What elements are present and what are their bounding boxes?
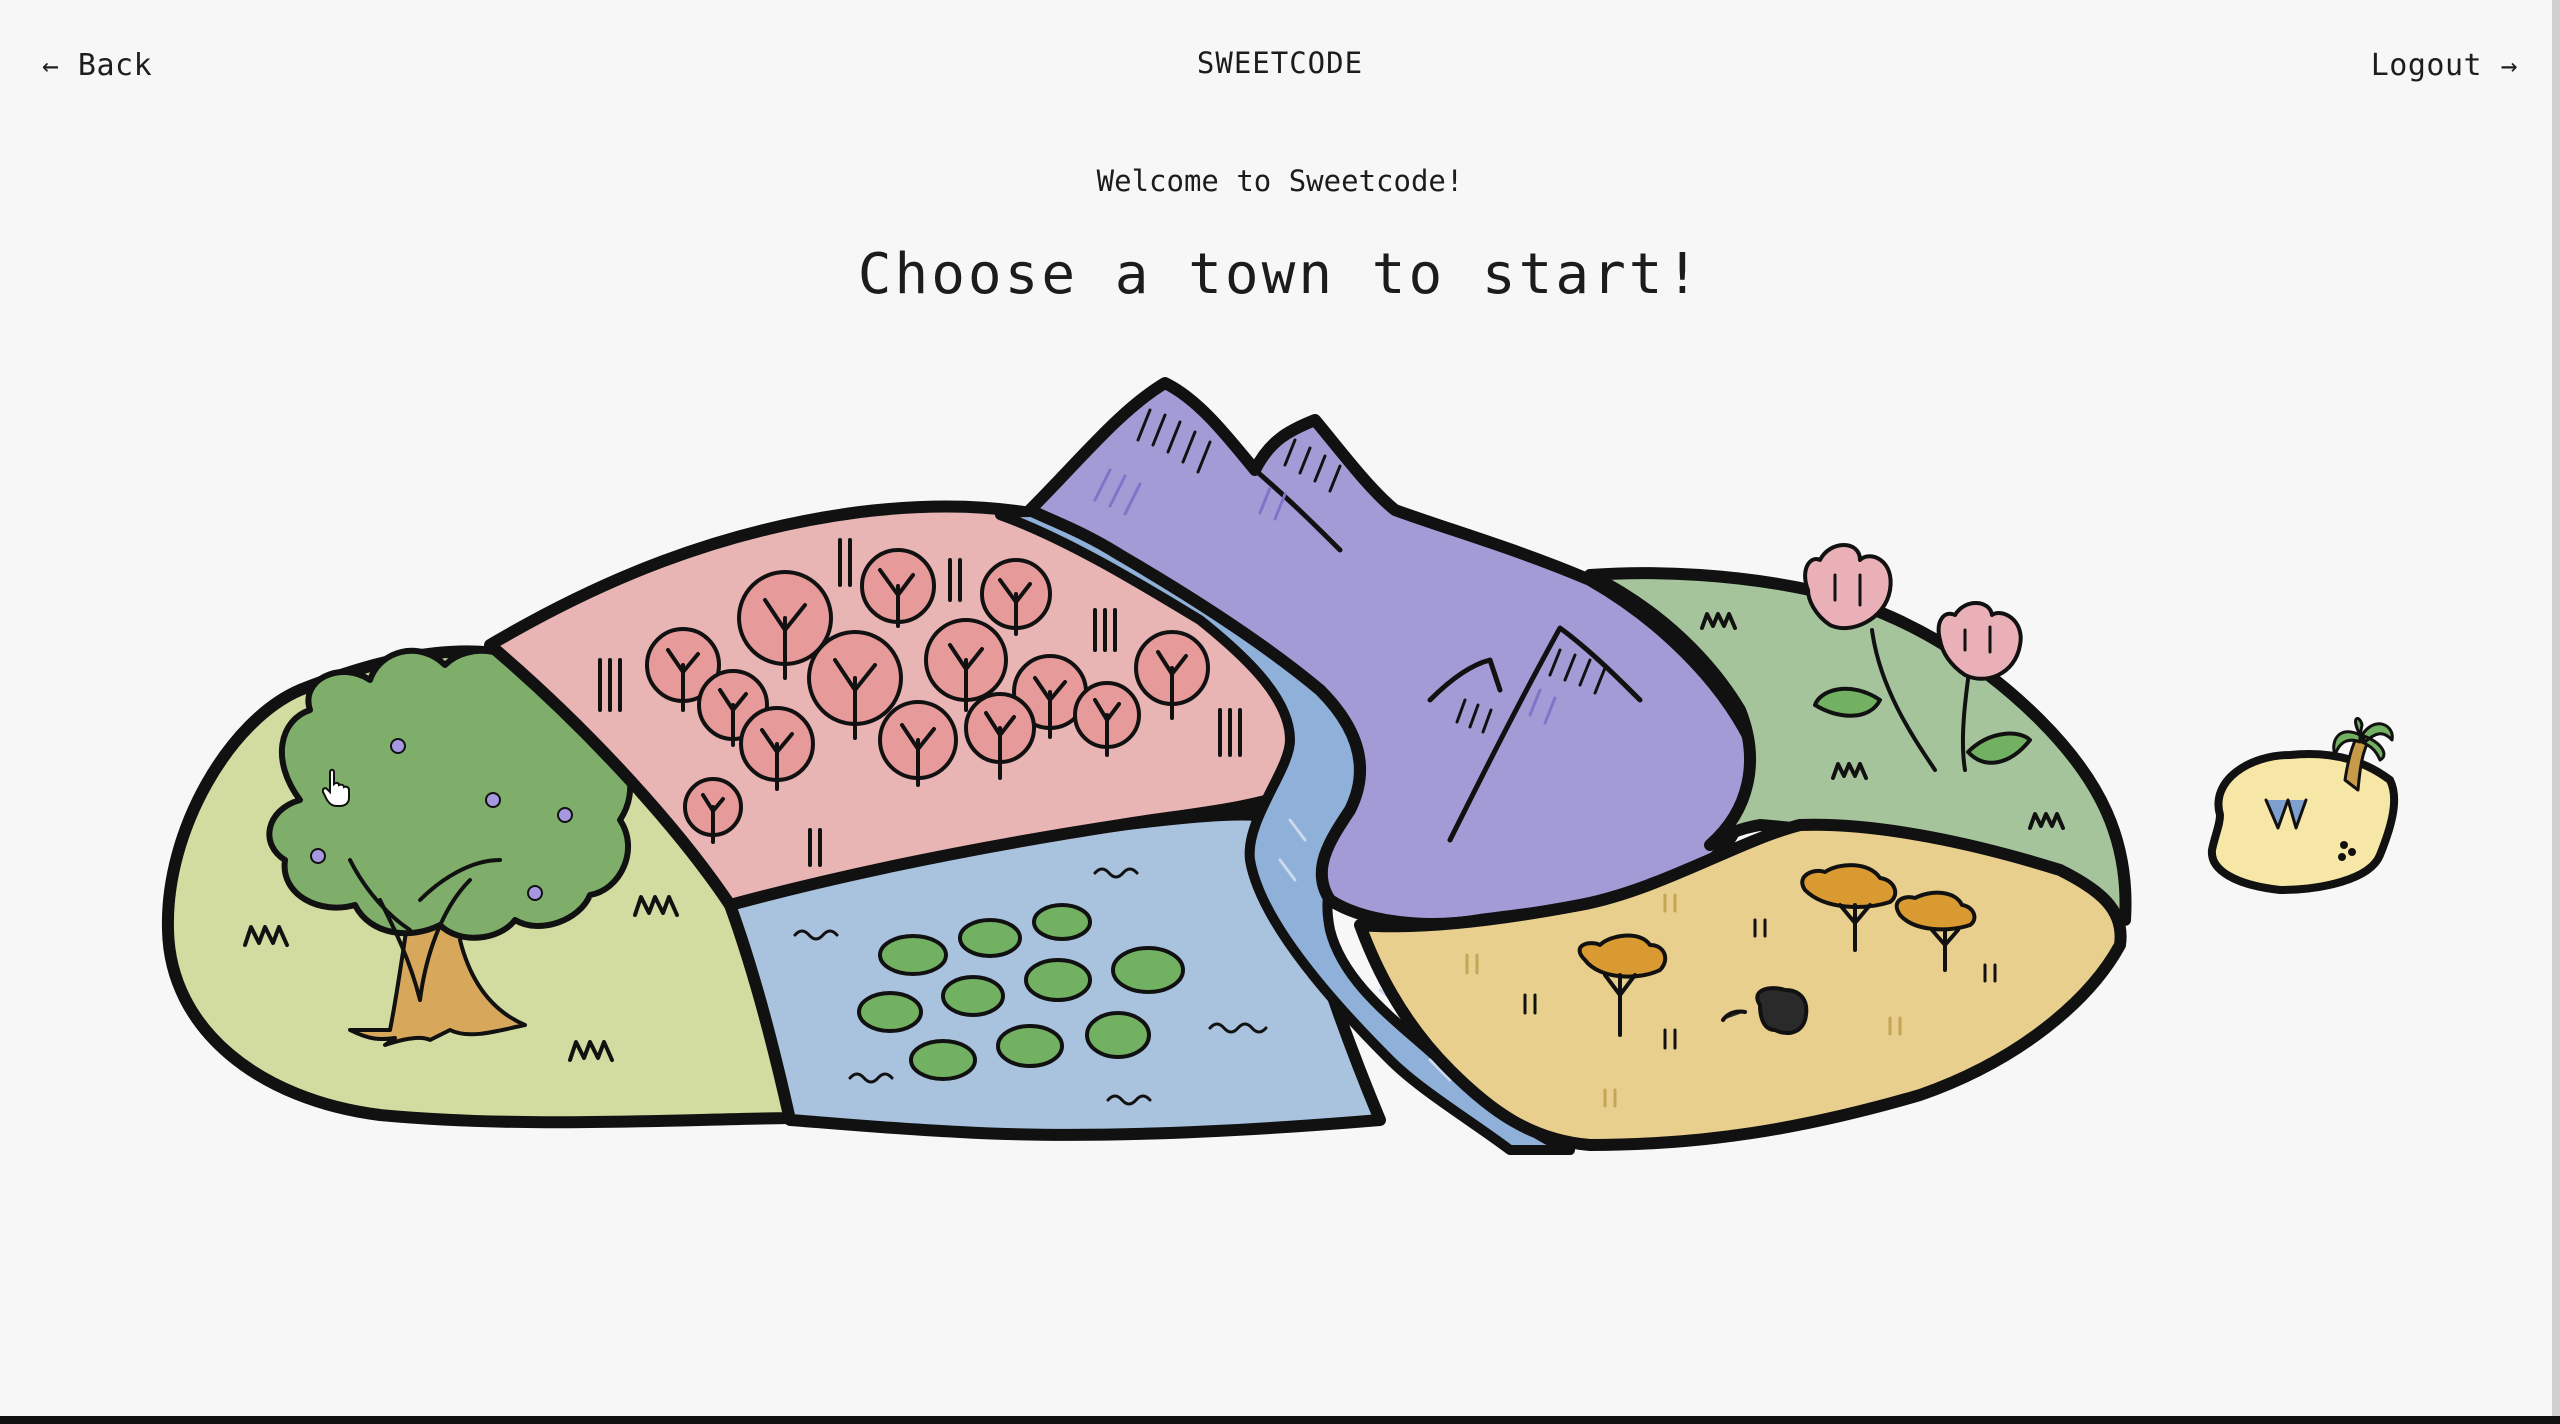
town-selection-page: ← Back SWEETCODE Logout → Welcome to Swe… <box>0 0 2560 1424</box>
window-frame-edge <box>2552 0 2560 1424</box>
hand-cursor-icon <box>322 768 350 807</box>
window-frame-edge <box>0 1416 2560 1424</box>
town-region-island[interactable] <box>2207 716 2399 894</box>
town-map <box>161 377 2399 1155</box>
